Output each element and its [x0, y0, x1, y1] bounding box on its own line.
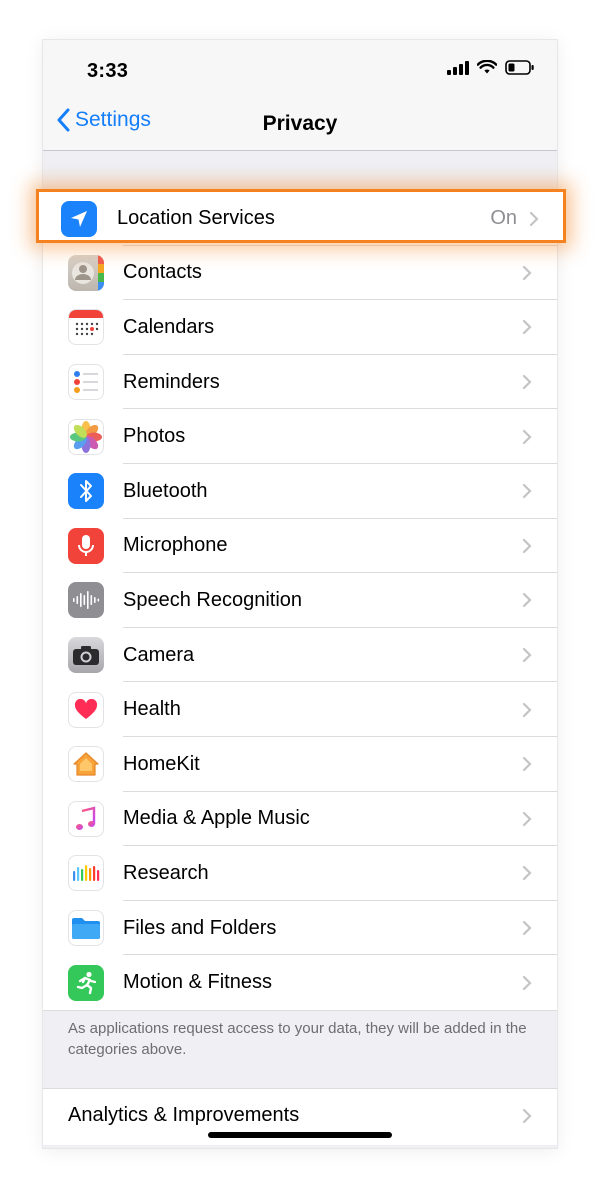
chevron-right-icon [522, 647, 532, 663]
chevron-right-icon [522, 593, 532, 608]
list-item-media-apple-music[interactable]: Media & Apple Music [43, 792, 557, 847]
files-icon [68, 910, 104, 947]
list-item-label: Microphone [123, 534, 228, 557]
list-item-label: Reminders [123, 370, 220, 393]
home-indicator[interactable] [208, 1132, 392, 1138]
fitness-icon [68, 964, 104, 1001]
list-item-photos[interactable]: Photos [43, 409, 557, 464]
list-item-label: Research [123, 861, 209, 884]
footnote-text: As applications request access to your d… [68, 1020, 527, 1058]
chevron-right-icon [522, 538, 532, 553]
list-item-microphone[interactable]: Microphone [43, 519, 557, 574]
list-item-camera[interactable]: Camera [43, 628, 557, 683]
chevron-right-icon [522, 374, 532, 390]
photos-icon [68, 418, 104, 455]
location-services-label: Location Services [117, 207, 275, 229]
contacts-icon [68, 254, 104, 291]
chevron-right-icon [522, 920, 532, 936]
list-item-motion-fitness[interactable]: Motion & Fitness [43, 955, 557, 1010]
bluetooth-icon [68, 473, 104, 510]
chevron-right-icon [522, 811, 532, 826]
list-item-reminders[interactable]: Reminders [43, 355, 557, 410]
speech-recognition-icon [68, 582, 104, 619]
list-item-health[interactable]: Health [43, 682, 557, 737]
location-arrow-icon [61, 201, 97, 237]
list-item-label: Calendars [123, 315, 215, 338]
battery-icon [505, 60, 534, 75]
list-item-label: Photos [123, 425, 186, 448]
list-item-label: Analytics & Improvements [68, 1104, 300, 1126]
list-item-files-and-folders[interactable]: Files and Folders [43, 901, 557, 956]
status-bar: 3:33 [43, 40, 557, 102]
chevron-right-icon [522, 265, 532, 280]
list-item-calendars[interactable]: Calendars [43, 300, 557, 355]
music-icon [68, 800, 104, 837]
list-item-label: Media & Apple Music [123, 807, 310, 830]
chevron-right-icon [522, 975, 532, 990]
location-services-value: On [490, 207, 517, 229]
cellular-signal-icon [447, 60, 469, 75]
chevron-right-icon [529, 211, 539, 227]
list-item-label: HomeKit [123, 752, 200, 775]
list-item-research[interactable]: Research [43, 846, 557, 901]
chevron-right-icon [522, 702, 532, 717]
list-item-label: Camera [123, 643, 195, 666]
list-item-contacts[interactable]: Contacts [43, 246, 557, 301]
list-item-bluetooth[interactable]: Bluetooth [43, 464, 557, 519]
chevron-right-icon [522, 1108, 532, 1124]
chevron-right-icon [522, 320, 532, 335]
research-icon [68, 855, 104, 892]
list-item-speech-recognition[interactable]: Speech Recognition [43, 573, 557, 628]
calendar-icon [68, 309, 104, 346]
reminders-icon [68, 364, 104, 401]
health-icon [68, 691, 104, 728]
wifi-icon [477, 60, 497, 74]
chevron-right-icon [522, 484, 532, 499]
status-icons [447, 60, 535, 75]
privacy-list: Contacts Calendars Reminders Photos Blue… [43, 190, 557, 1011]
list-item-label: Contacts [123, 261, 202, 284]
location-services-row[interactable]: Location Services On [36, 189, 566, 243]
camera-icon [68, 637, 104, 674]
list-item-label: Files and Folders [123, 916, 277, 939]
list-item-label: Bluetooth [123, 479, 208, 502]
navigation-bar: Settings Privacy [43, 102, 557, 151]
microphone-icon [68, 527, 104, 564]
chevron-right-icon [522, 429, 532, 444]
list-item-label: Health [123, 698, 181, 721]
list-item-homekit[interactable]: HomeKit [43, 737, 557, 792]
page-title: Privacy [262, 112, 338, 135]
chevron-right-icon [522, 866, 532, 881]
list-item-label: Motion & Fitness [123, 971, 272, 994]
status-time: 3:33 [87, 60, 129, 82]
list-item-label: Speech Recognition [123, 588, 303, 611]
chevron-right-icon [522, 757, 532, 772]
homekit-icon [68, 746, 104, 783]
